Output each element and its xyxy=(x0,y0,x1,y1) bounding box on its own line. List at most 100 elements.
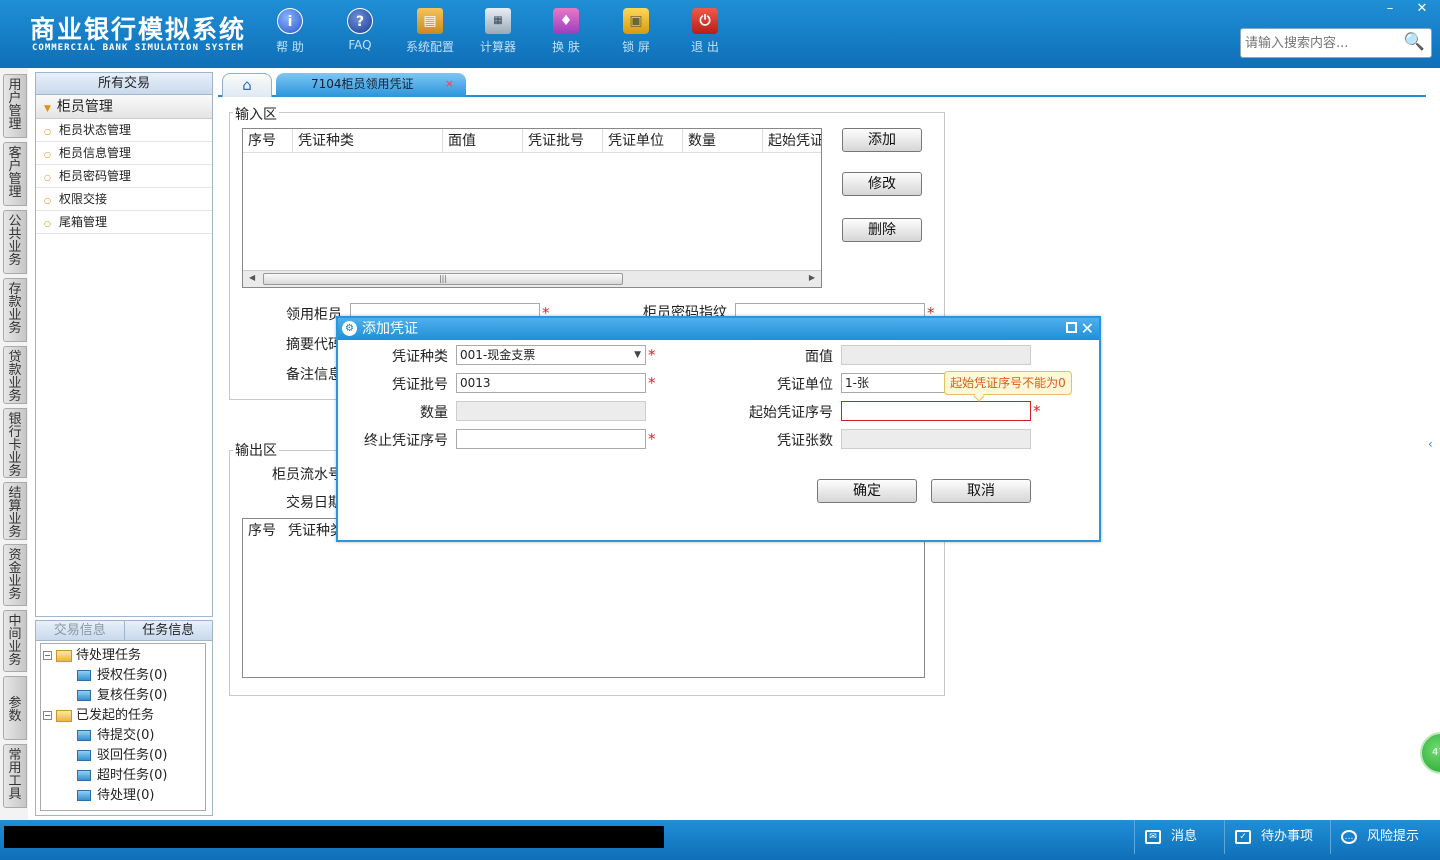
scroll-left-icon[interactable]: ◀ xyxy=(249,273,255,282)
start-serial-input[interactable] xyxy=(841,401,1031,421)
vtab-loan-business[interactable]: 贷款业务 xyxy=(3,346,27,404)
scroll-right-icon[interactable]: ▶ xyxy=(809,273,815,282)
add-button[interactable]: 添加 xyxy=(842,128,922,152)
col-voucher-type[interactable]: 凭证种类 xyxy=(293,129,443,152)
vtab-customer-management[interactable]: 客户管理 xyxy=(3,142,27,206)
tree-node-pending[interactable]: − 待处理任务 xyxy=(41,646,205,666)
quantity-input xyxy=(456,401,646,421)
confirm-button[interactable]: 确定 xyxy=(817,479,917,503)
status-risk-button[interactable]: … 风险提示 xyxy=(1330,820,1436,854)
menu-group-teller[interactable]: ▼ 柜员管理 xyxy=(36,95,212,119)
tree-node-timeout[interactable]: 超时任务(0) xyxy=(41,766,205,786)
scroll-thumb[interactable]: ||| xyxy=(263,273,623,285)
menu-item-teller-status[interactable]: ○ 柜员状态管理 xyxy=(36,119,212,142)
voucher-type-select[interactable]: 001-现金支票 ▼ xyxy=(456,345,646,365)
unit-input[interactable]: 1-张 xyxy=(841,373,951,393)
tree-node-to-process[interactable]: 待处理(0) xyxy=(41,786,205,806)
vtab-user-management[interactable]: 用户管理 xyxy=(3,74,27,138)
vtab-settlement-business[interactable]: 结算业务 xyxy=(3,482,27,540)
count-label: 凭证张数 xyxy=(777,433,833,449)
maximize-icon[interactable] xyxy=(1066,322,1077,333)
menu-item-permission-handover[interactable]: ○ 权限交接 xyxy=(36,188,212,211)
voucher-type-label: 凭证种类 xyxy=(392,349,448,365)
tree-label: 已发起的任务 xyxy=(76,708,155,723)
search-icon[interactable]: 🔍 xyxy=(1404,32,1425,52)
app-title: 商业银行模拟系统 xyxy=(30,15,247,44)
search-input[interactable] xyxy=(1241,29,1401,57)
unit-label: 凭证单位 xyxy=(777,377,833,393)
menu-item-teller-info[interactable]: ○ 柜员信息管理 xyxy=(36,142,212,165)
collapse-right-icon[interactable]: ‹ xyxy=(1428,424,1440,464)
voucher-grid: 序号 凭证种类 面值 凭证批号 凭证单位 数量 起始凭证 ◀ ||| ▶ xyxy=(242,128,822,288)
toolbar-label: 帮 助 xyxy=(276,40,304,54)
tab-transaction-info[interactable]: 交易信息 xyxy=(36,621,125,640)
toolbar-exit-button[interactable]: ⏻ 退 出 xyxy=(675,8,735,55)
cancel-button[interactable]: 取消 xyxy=(931,479,1031,503)
bullet-icon: ○ xyxy=(44,127,51,136)
batch-input[interactable]: 0013 xyxy=(456,373,646,393)
col-seq[interactable]: 序号 xyxy=(243,129,293,152)
toolbar-skin-button[interactable]: ♦ 换 肤 xyxy=(536,8,596,55)
validation-tooltip: 起始凭证序号不能为0 xyxy=(944,371,1072,402)
floating-assistant-badge[interactable]: 47 xyxy=(1420,732,1440,774)
tree-label: 待提交(0) xyxy=(97,728,155,743)
vtab-common-tools[interactable]: 常用工具 xyxy=(3,744,27,808)
col-face-value[interactable]: 面值 xyxy=(443,129,523,152)
dialog-titlebar[interactable]: ⚙ 添加凭证 ✕ xyxy=(338,318,1099,340)
col-batch[interactable]: 凭证批号 xyxy=(523,129,603,152)
dialog-close-icon[interactable]: ✕ xyxy=(1081,318,1094,340)
tree-node-review[interactable]: 复核任务(0) xyxy=(41,686,205,706)
lock-icon: ▣ xyxy=(623,8,649,34)
vtab-card-business[interactable]: 银行卡业务 xyxy=(3,408,27,478)
status-label: 待办事项 xyxy=(1261,829,1314,844)
menu-item-label: 权限交接 xyxy=(58,192,107,206)
tree-node-initiated[interactable]: − 已发起的任务 xyxy=(41,706,205,726)
col-quantity[interactable]: 数量 xyxy=(683,129,763,152)
status-todo-button[interactable]: ✓ 待办事项 xyxy=(1224,820,1324,854)
status-label: 消息 xyxy=(1171,829,1198,844)
toolbar-help-button[interactable]: i 帮 助 xyxy=(260,8,320,55)
tree-label: 待处理任务 xyxy=(76,648,142,663)
tooltip-text: 起始凭证序号不能为0 xyxy=(950,376,1066,390)
edit-button[interactable]: 修改 xyxy=(842,172,922,196)
vtab-public-business[interactable]: 公共业务 xyxy=(3,210,27,274)
tab-close-icon[interactable]: × xyxy=(445,73,454,95)
menu-item-teller-password[interactable]: ○ 柜员密码管理 xyxy=(36,165,212,188)
menu-title[interactable]: 所有交易 xyxy=(36,73,212,95)
window-minimize-button[interactable]: – xyxy=(1374,0,1406,18)
toolbar-config-button[interactable]: ▤ 系统配置 xyxy=(400,8,460,55)
dialog-title: 添加凭证 xyxy=(362,321,418,337)
collapse-icon[interactable]: − xyxy=(43,651,52,660)
col-unit[interactable]: 凭证单位 xyxy=(603,129,683,152)
task-icon xyxy=(77,770,91,781)
vtab-fund-business[interactable]: 资金业务 xyxy=(3,544,27,606)
vtab-parameters[interactable]: 参数 xyxy=(3,676,27,740)
toolbar-calculator-button[interactable]: ▦ 计算器 xyxy=(468,8,528,55)
end-serial-label: 终止凭证序号 xyxy=(364,433,448,449)
col-start-serial[interactable]: 起始凭证 xyxy=(763,129,821,152)
status-messages-button[interactable]: ✉ 消息 xyxy=(1134,820,1224,854)
end-serial-input[interactable] xyxy=(456,429,646,449)
window-close-button[interactable]: ✕ xyxy=(1406,0,1438,18)
chevron-down-icon[interactable]: ▼ xyxy=(634,346,641,364)
collapse-icon[interactable]: − xyxy=(43,711,52,720)
toolbar-label: 换 肤 xyxy=(552,40,580,54)
horizontal-scrollbar[interactable]: ◀ ||| ▶ xyxy=(243,270,821,287)
toolbar-lock-button[interactable]: ▣ 锁 屏 xyxy=(606,8,666,55)
delete-button[interactable]: 删除 xyxy=(842,218,922,242)
col-seq[interactable]: 序号 xyxy=(243,519,283,543)
toolbar-faq-button[interactable]: ? FAQ xyxy=(330,8,390,52)
vtab-deposit-business[interactable]: 存款业务 xyxy=(3,278,27,342)
vtab-intermediary-business[interactable]: 中间业务 xyxy=(3,610,27,672)
chat-bubble-icon: … xyxy=(1341,829,1357,844)
tree-node-rejected[interactable]: 驳回任务(0) xyxy=(41,746,205,766)
home-tab[interactable]: ⌂ xyxy=(222,73,272,97)
required-mark: * xyxy=(1033,402,1041,420)
mail-icon: ✉ xyxy=(1145,829,1161,844)
tree-node-to-submit[interactable]: 待提交(0) xyxy=(41,726,205,746)
tab-label: 7104柜员领用凭证 xyxy=(311,77,414,91)
tab-task-info[interactable]: 任务信息 xyxy=(125,621,213,640)
tab-7104-voucher[interactable]: 7104柜员领用凭证 × xyxy=(276,73,466,97)
tree-node-authorization[interactable]: 授权任务(0) xyxy=(41,666,205,686)
menu-item-cash-box[interactable]: ○ 尾箱管理 xyxy=(36,211,212,234)
